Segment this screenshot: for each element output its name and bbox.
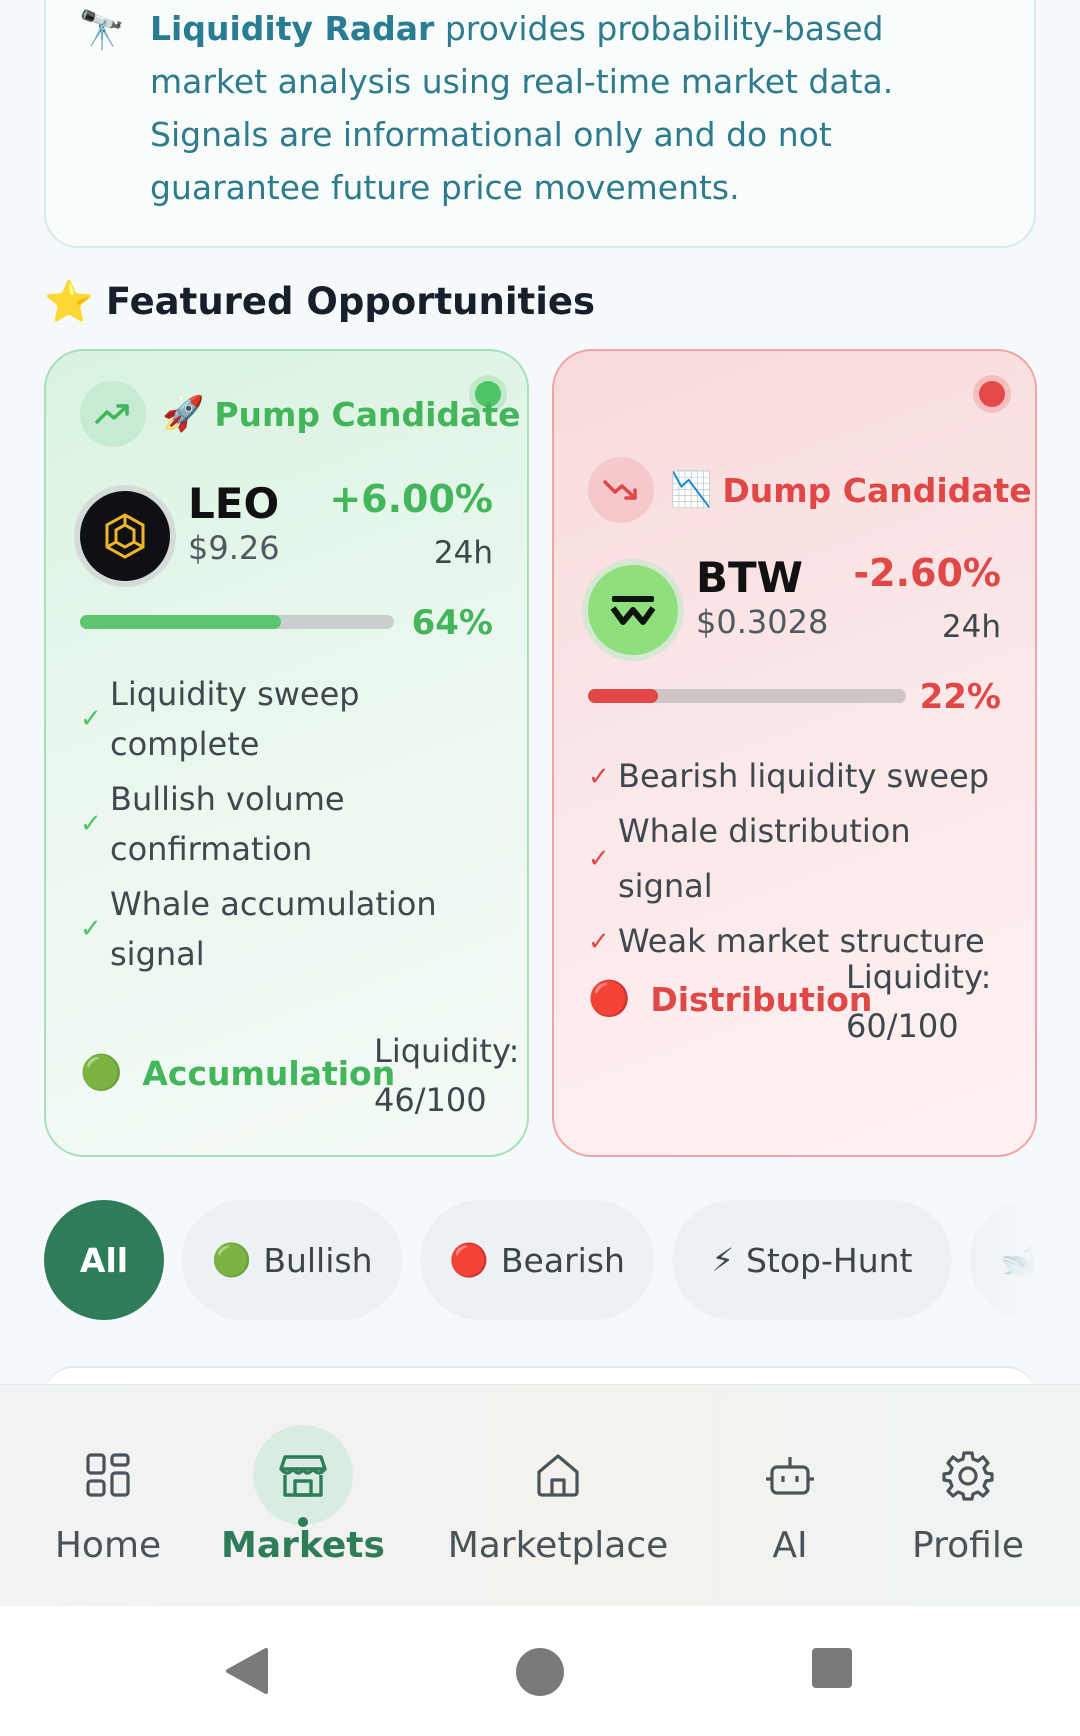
signal-list: ✓ Liquidity sweep complete ✓ Bullish volum… [80, 669, 480, 984]
info-text: Liquidity Radar provides probability-bas… [150, 2, 980, 214]
score-bar-fill [80, 615, 281, 629]
coin-price: $0.3028 [696, 603, 829, 641]
featured-header: ⭐ Featured Opportunities [44, 278, 595, 325]
phase-indicator: 🟢 Accumulation [80, 1053, 396, 1093]
price-change: -2.60% [853, 551, 1001, 595]
trending-down-icon [588, 457, 654, 523]
price-change: +6.00% [329, 477, 493, 521]
coin-symbol: LEO [188, 479, 280, 528]
filter-bullish[interactable]: 🟢 Bullish [182, 1200, 402, 1320]
section-title: Featured Opportunities [105, 280, 596, 323]
score-bar-fill [588, 689, 658, 703]
bottom-nav: Home Markets Marketplace AI Profile [0, 1384, 1080, 1606]
check-icon: ✓ [80, 914, 102, 944]
filter-all[interactable]: All [44, 1200, 164, 1320]
pump-candidate-card[interactable]: 🚀 Pump Candidate LEO $9.26 +6.00% 24h 64… [44, 349, 529, 1157]
filter-chips: All 🟢 Bullish 🔴 Bearish ⚡ Stop-Hunt 🐋 [44, 1200, 1036, 1324]
signal-item: ✓ Bearish liquidity sweep [588, 757, 990, 795]
nav-home[interactable]: Home [18, 1385, 198, 1607]
red-circle-icon: 🔴 [588, 979, 631, 1019]
score-bar [588, 689, 906, 703]
candidate-label: Dump Candidate [722, 470, 1032, 510]
score-percent: 22% [919, 677, 1001, 717]
nav-profile[interactable]: Profile [880, 1385, 1056, 1607]
check-icon: ✓ [588, 926, 610, 957]
nav-marketplace[interactable]: Marketplace [420, 1385, 696, 1607]
green-circle-icon: 🟢 [211, 1241, 252, 1279]
signal-item: ✓ Whale accumulation signal [80, 885, 437, 973]
coin-price: $9.26 [188, 529, 280, 567]
trending-up-icon [80, 381, 146, 447]
recents-icon[interactable] [810, 1646, 854, 1694]
phase-indicator: 🔴 Distribution [588, 979, 873, 1019]
signal-list: ✓ Bearish liquidity sweep ✓ Whale distribu… [588, 749, 1008, 969]
coin-logo-btw [588, 565, 678, 655]
green-circle-icon: 🟢 [80, 1053, 123, 1093]
coin-symbol: BTW [696, 553, 803, 602]
house-icon [508, 1425, 608, 1525]
live-dot-red [979, 381, 1005, 407]
check-icon: ✓ [588, 761, 610, 792]
check-icon: ✓ [588, 844, 610, 874]
nav-markets[interactable]: Markets [210, 1385, 396, 1607]
star-icon: ⭐ [44, 279, 94, 325]
filter-stop-hunt[interactable]: ⚡ Stop-Hunt [672, 1200, 952, 1320]
signal-item: ✓ Bullish volume confirmation [80, 780, 345, 868]
back-icon[interactable] [224, 1646, 270, 1700]
chart-decreasing-icon: 📉 [670, 470, 713, 510]
liquidity-score: Liquidity: 60/100 [846, 958, 992, 1045]
system-nav-bar [0, 1606, 1080, 1736]
candidate-header: 📉 Dump Candidate [588, 457, 1032, 523]
candidate-label: Pump Candidate [214, 394, 521, 434]
signal-item: ✓ Whale distribution signal [588, 812, 911, 905]
score-bar [80, 615, 394, 629]
gear-icon [918, 1425, 1018, 1525]
check-icon: ✓ [80, 809, 102, 839]
store-icon [253, 1425, 353, 1525]
liquidity-score: Liquidity: 46/100 [374, 1032, 520, 1119]
change-period: 24h [433, 535, 493, 571]
lightning-icon: ⚡ [711, 1241, 734, 1279]
signal-item: ✓ Liquidity sweep complete [80, 675, 360, 763]
coin-logo-leo [80, 491, 170, 581]
candidate-header: 🚀 Pump Candidate [80, 381, 520, 447]
nav-ai[interactable]: AI [720, 1385, 860, 1607]
score-percent: 64% [411, 603, 493, 643]
red-circle-icon: 🔴 [449, 1241, 489, 1279]
check-icon: ✓ [80, 704, 102, 734]
home-circle-icon[interactable] [514, 1646, 566, 1702]
robot-icon [740, 1425, 840, 1525]
rocket-icon: 🚀 [162, 394, 205, 434]
filter-bearish[interactable]: 🔴 Bearish [420, 1200, 654, 1320]
telescope-icon: 🔭 [78, 8, 126, 52]
info-brand: Liquidity Radar [150, 9, 435, 48]
change-period: 24h [941, 609, 1001, 645]
grid-icon [58, 1425, 158, 1525]
dump-candidate-card[interactable]: 📉 Dump Candidate BTW $0.3028 -2.60% 24h … [552, 349, 1037, 1157]
